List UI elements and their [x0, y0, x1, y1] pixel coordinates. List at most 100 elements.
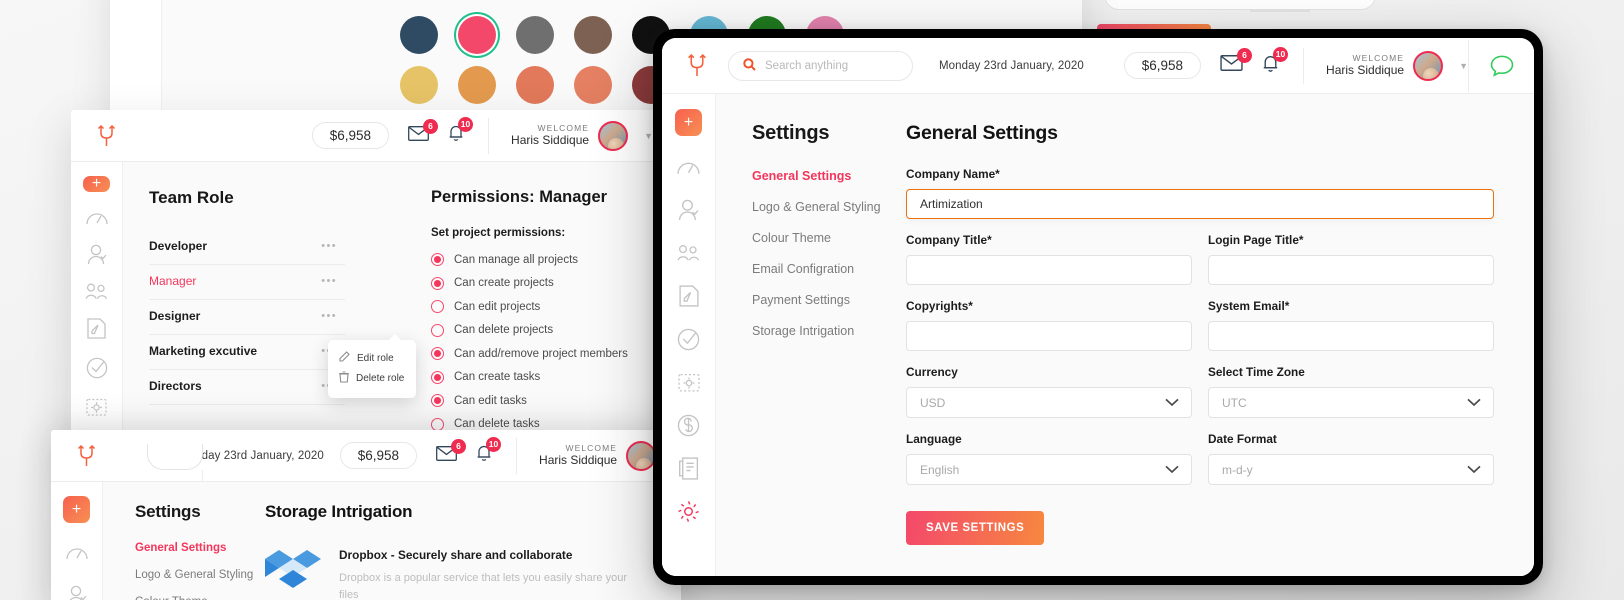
finance-dollar-icon[interactable] — [677, 413, 701, 437]
context-menu-item[interactable]: Delete role — [328, 368, 416, 389]
welcome-label: WELCOME — [1352, 52, 1405, 63]
mail-button[interactable]: 6 — [1220, 48, 1253, 76]
add-button[interactable]: + — [63, 496, 90, 523]
dashboard-icon[interactable] — [85, 210, 109, 226]
team-role-row[interactable]: Directors••• — [149, 370, 345, 405]
balance-chip[interactable]: $6,958 — [311, 122, 390, 149]
notifications-button[interactable]: 10 — [448, 117, 474, 147]
radio-button[interactable] — [431, 323, 444, 337]
company-name-input[interactable]: Artimization — [906, 189, 1494, 219]
notifications-button[interactable]: 10 — [1262, 46, 1289, 78]
calendar-icon[interactable] — [85, 397, 109, 416]
calendar-icon[interactable] — [677, 370, 701, 394]
user-avatar[interactable] — [626, 440, 657, 471]
mail-button[interactable]: 6 — [408, 118, 439, 146]
team-role-rail: + — [71, 162, 123, 455]
settings-nav-item-0[interactable]: General Settings — [752, 169, 906, 183]
storage-main: Storage Intrigation Dropbox - Securely s… — [251, 502, 681, 600]
user-menu[interactable]: WELCOME Haris Siddique ▼ — [1303, 47, 1468, 84]
more-dots-icon[interactable]: ••• — [321, 240, 337, 252]
team-role-name: Marketing excutive — [149, 344, 258, 358]
chat-button[interactable] — [1468, 39, 1534, 92]
login-page-title-input[interactable] — [1208, 255, 1494, 285]
team-role-name: Manager — [149, 274, 197, 288]
settings-gear-icon[interactable] — [677, 499, 701, 523]
settings-nav-item-3[interactable]: Email Configration — [752, 262, 906, 276]
team-icon[interactable] — [84, 283, 109, 300]
chevron-down-icon[interactable]: ▼ — [644, 131, 653, 141]
notes-edit-icon[interactable] — [677, 284, 701, 308]
role-context-menu[interactable]: Edit role Delete role — [328, 334, 416, 398]
dashboard-icon[interactable] — [65, 541, 89, 565]
save-settings-button[interactable]: SAVE SETTINGS — [906, 511, 1045, 545]
timezone-select[interactable]: UTC — [1208, 387, 1494, 418]
more-dots-icon[interactable]: ••• — [321, 310, 337, 322]
balance-chip[interactable]: $6,958 — [1123, 52, 1202, 79]
colour-swatch-1[interactable] — [458, 16, 496, 54]
brand-arrows-logo[interactable] — [69, 441, 103, 471]
team-role-row[interactable]: Marketing excutive••• — [149, 335, 345, 370]
invoice-icon[interactable] — [677, 456, 701, 480]
user-avatar[interactable] — [1413, 50, 1444, 81]
colour-swatch-9[interactable] — [458, 66, 496, 104]
brand-arrows-logo[interactable] — [680, 51, 714, 81]
tasks-check-icon[interactable] — [677, 327, 701, 351]
tasks-check-icon[interactable] — [85, 357, 109, 379]
team-icon[interactable] — [676, 241, 701, 265]
permission-label: Can delete projects — [454, 324, 554, 336]
radio-button[interactable] — [431, 300, 444, 313]
team-role-row[interactable]: Designer ••• — [149, 300, 345, 335]
company-title-input[interactable] — [906, 255, 1192, 285]
colour-swatch-10[interactable] — [516, 66, 554, 104]
balance-chip[interactable]: $6,958 — [339, 442, 418, 469]
system-email-input[interactable] — [1208, 321, 1494, 351]
radio-button[interactable] — [431, 394, 444, 407]
settings-nav-item-1[interactable]: Logo & General Styling — [135, 569, 265, 581]
more-dots-icon[interactable]: ••• — [321, 275, 337, 287]
notes-edit-icon[interactable] — [85, 318, 109, 339]
radio-button[interactable] — [431, 347, 444, 360]
user-icon[interactable] — [85, 244, 109, 265]
copyrights-input[interactable] — [906, 321, 1192, 351]
radio-button[interactable] — [431, 276, 444, 290]
device-body: + Settings General Settings Logo & Gener… — [662, 94, 1534, 576]
team-role-name: Designer — [149, 309, 201, 323]
add-button[interactable]: + — [675, 109, 702, 136]
dashboard-icon[interactable] — [677, 155, 701, 179]
chevron-down-icon[interactable]: ▼ — [1459, 61, 1468, 71]
currency-select[interactable]: USD — [906, 387, 1192, 418]
radio-button[interactable] — [431, 253, 444, 266]
storage-provider-row[interactable]: Dropbox - Securely share and collaborate… — [251, 548, 641, 600]
team-role-row[interactable]: Developer ••• — [149, 230, 345, 265]
search-input[interactable]: Search anything — [765, 60, 848, 72]
notifications-badge: 10 — [486, 437, 502, 452]
colour-swatch-2[interactable] — [516, 16, 554, 54]
mail-button[interactable]: 6 — [436, 438, 467, 466]
language-select[interactable]: English — [906, 454, 1192, 485]
brand-arrows-logo[interactable] — [89, 121, 123, 151]
user-menu[interactable]: WELCOME Haris Siddique ▼ — [488, 117, 653, 154]
date-format-select[interactable]: m-d-y — [1208, 454, 1494, 485]
colour-swatch-8[interactable] — [400, 66, 438, 104]
radio-button[interactable] — [431, 417, 444, 431]
user-icon[interactable] — [677, 198, 701, 222]
settings-nav-item-5[interactable]: Storage Intrigation — [752, 324, 906, 338]
settings-nav-item-0[interactable]: General Settings — [135, 542, 265, 554]
radio-button[interactable] — [431, 370, 444, 384]
date-format-label: Date Format — [1208, 432, 1277, 446]
user-avatar[interactable] — [598, 120, 629, 151]
team-role-row[interactable]: Manager ••• — [149, 265, 345, 300]
colour-swatch-0[interactable] — [400, 16, 438, 54]
context-menu-item[interactable]: Edit role — [328, 348, 416, 368]
colour-swatch-11[interactable] — [574, 66, 612, 104]
settings-nav-storage: Settings General Settings Logo & General … — [103, 502, 265, 600]
user-icon[interactable] — [65, 583, 89, 600]
settings-nav-item-2[interactable]: Colour Theme — [135, 596, 265, 600]
settings-nav-item-2[interactable]: Colour Theme — [752, 231, 906, 245]
notifications-button[interactable]: 10 — [476, 437, 502, 467]
settings-nav-item-1[interactable]: Logo & General Styling — [752, 200, 906, 214]
add-button[interactable]: + — [83, 176, 110, 192]
colour-swatch-3[interactable] — [574, 16, 612, 54]
settings-nav-item-4[interactable]: Payment Settings — [752, 293, 906, 307]
search-bar[interactable]: Search anything — [728, 50, 913, 81]
